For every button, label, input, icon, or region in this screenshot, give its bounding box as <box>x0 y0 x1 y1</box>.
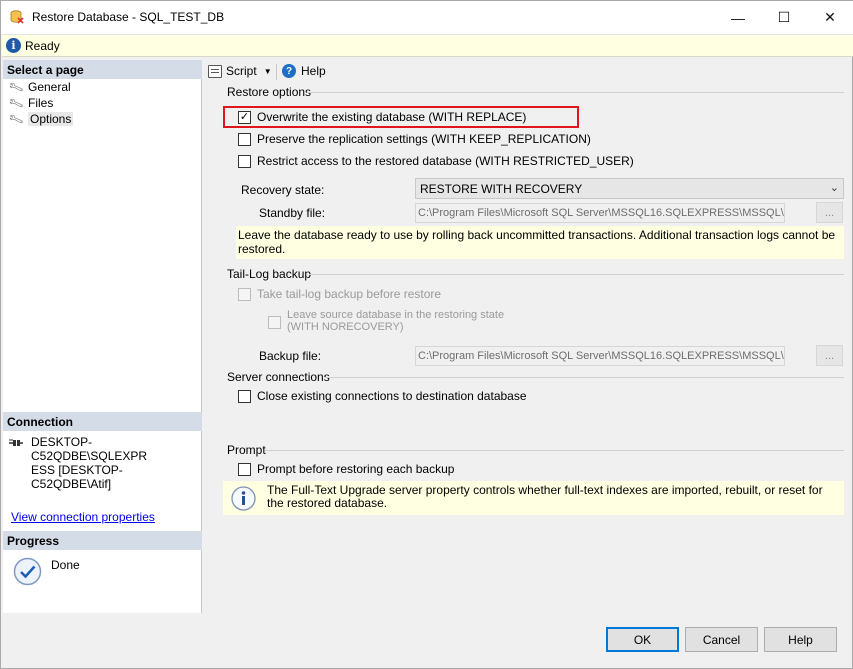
overwrite-existing-database-option[interactable]: ✓ Overwrite the existing database (WITH … <box>238 109 526 125</box>
script-label: Script <box>226 64 257 78</box>
leave-source-label: Leave source database in the restoring s… <box>287 309 504 333</box>
toolbar: Script ▼ ? Help <box>203 61 853 83</box>
group-divider <box>265 450 844 451</box>
view-connection-properties-link[interactable]: View connection properties <box>11 510 155 524</box>
info-icon: i <box>6 38 21 53</box>
restrict-access-label: Restrict access to the restored database… <box>257 154 634 168</box>
script-icon <box>208 64 222 78</box>
take-tail-log-label: Take tail-log backup before restore <box>257 287 442 301</box>
page-item-label: General <box>28 80 71 94</box>
backup-file-field[interactable]: C:\Program Files\Microsoft SQL Server\MS… <box>415 346 785 366</box>
wrench-icon: 🔧︎ <box>7 95 25 112</box>
script-button[interactable]: Script ▼ <box>208 64 272 78</box>
backup-file-browse-button[interactable]: ... <box>816 345 843 366</box>
close-existing-connections-checkbox[interactable] <box>238 389 251 403</box>
chevron-down-icon: ⌄ <box>829 182 839 194</box>
preserve-replication-checkbox[interactable] <box>238 132 251 146</box>
info-icon <box>231 486 256 511</box>
connection-header: Connection <box>3 412 202 431</box>
server-connection-icon <box>9 439 23 446</box>
leave-source-norecovery-option[interactable]: Leave source database in the restoring s… <box>268 309 504 335</box>
take-tail-log-checkbox[interactable] <box>238 287 251 301</box>
page-item-options[interactable]: 🔧︎ Options <box>7 111 74 128</box>
select-page-header: Select a page <box>3 60 202 79</box>
close-window-button[interactable]: ✕ <box>807 1 853 34</box>
recovery-state-label: Recovery state: <box>241 183 325 197</box>
prompt-group-label: Prompt <box>227 443 266 457</box>
ok-button[interactable]: OK <box>606 627 679 652</box>
recovery-state-value: RESTORE WITH RECOVERY <box>420 182 583 196</box>
standby-file-browse-button[interactable]: ... <box>816 202 843 223</box>
leave-source-checkbox[interactable] <box>268 316 281 329</box>
help-label: Help <box>301 64 326 78</box>
restore-options-group-label: Restore options <box>227 85 312 99</box>
close-existing-connections-option[interactable]: Close existing connections to destinatio… <box>238 388 527 404</box>
full-text-info-text: The Full-Text Upgrade server property co… <box>267 483 823 510</box>
maximize-button[interactable]: ☐ <box>761 1 807 34</box>
status-text: Ready <box>25 39 60 53</box>
group-divider <box>325 377 844 378</box>
recovery-description-box: Leave the database ready to use by rolli… <box>236 226 844 259</box>
checkmark-done-icon <box>13 557 42 586</box>
restore-database-window: Restore Database - SQL_TEST_DB — ☐ ✕ i R… <box>0 0 853 669</box>
help-button[interactable]: Help <box>764 627 837 652</box>
take-tail-log-option[interactable]: Take tail-log backup before restore <box>238 286 441 302</box>
restrict-access-checkbox[interactable] <box>238 154 251 168</box>
restrict-access-option[interactable]: Restrict access to the restored database… <box>238 153 634 169</box>
tail-log-group-label: Tail-Log backup <box>227 267 312 281</box>
prompt-before-restore-label: Prompt before restoring each backup <box>257 462 455 476</box>
leave-source-line2: (WITH NORECOVERY) <box>287 321 404 333</box>
backup-file-label: Backup file: <box>259 349 322 363</box>
group-divider <box>309 274 844 275</box>
prompt-before-restore-checkbox[interactable] <box>238 462 251 476</box>
preserve-replication-option[interactable]: Preserve the replication settings (WITH … <box>238 131 591 147</box>
connection-info: DESKTOP-C52QDBE\SQLEXPR ESS [DESKTOP-C52… <box>31 435 201 491</box>
title-bar[interactable]: Restore Database - SQL_TEST_DB — ☐ ✕ <box>1 1 853 34</box>
window-title: Restore Database - SQL_TEST_DB <box>32 10 225 24</box>
wrench-icon: 🔧︎ <box>7 111 25 128</box>
chevron-down-icon[interactable]: ▼ <box>264 67 272 76</box>
wrench-icon: 🔧︎ <box>7 79 25 96</box>
overwrite-label: Overwrite the existing database (WITH RE… <box>257 110 527 124</box>
standby-file-label: Standby file: <box>259 206 326 220</box>
left-pane: Select a page 🔧︎ General 🔧︎ Files 🔧︎ Opt… <box>3 60 202 613</box>
recovery-description: Leave the database ready to use by rolli… <box>238 228 836 256</box>
group-divider <box>307 92 844 93</box>
help-toolbar-button[interactable]: ? Help <box>282 64 326 78</box>
leave-source-line1: Leave source database in the restoring s… <box>287 309 505 321</box>
close-existing-connections-label: Close existing connections to destinatio… <box>257 389 527 403</box>
page-item-label: Files <box>28 96 54 110</box>
progress-header: Progress <box>3 531 202 550</box>
page-item-files[interactable]: 🔧︎ Files <box>7 95 54 112</box>
database-app-icon <box>10 10 24 24</box>
toolbar-divider <box>276 64 277 80</box>
page-item-label: Options <box>28 112 74 126</box>
overwrite-checkbox[interactable]: ✓ <box>238 110 251 124</box>
status-bar: i Ready <box>2 34 853 57</box>
cancel-button[interactable]: Cancel <box>685 627 758 652</box>
recovery-state-select[interactable]: RESTORE WITH RECOVERY ⌄ <box>415 178 844 199</box>
server-connections-group-label: Server connections <box>227 370 330 384</box>
full-text-info-box: The Full-Text Upgrade server property co… <box>223 481 844 515</box>
help-icon: ? <box>282 64 296 78</box>
progress-status: Done <box>51 558 80 572</box>
prompt-before-restore-option[interactable]: Prompt before restoring each backup <box>238 461 454 477</box>
minimize-button[interactable]: — <box>715 1 761 34</box>
connection-user: ESS [DESKTOP-C52QDBE\Atif] <box>31 463 123 491</box>
preserve-replication-label: Preserve the replication settings (WITH … <box>257 132 591 146</box>
connection-server: DESKTOP-C52QDBE\SQLEXPR <box>31 435 148 463</box>
standby-file-field[interactable]: C:\Program Files\Microsoft SQL Server\MS… <box>415 203 785 223</box>
page-item-general[interactable]: 🔧︎ General <box>7 79 71 96</box>
